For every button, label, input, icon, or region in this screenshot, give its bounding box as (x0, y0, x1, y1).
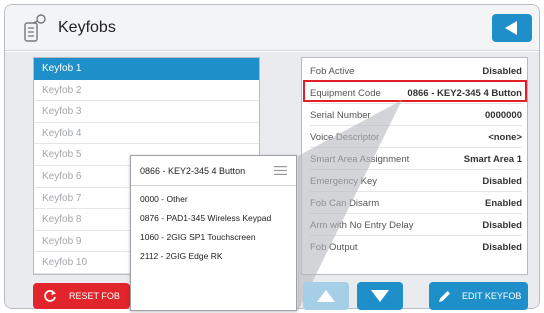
popup-option-1060[interactable]: 1060 - 2GIG SP1 Touchscreen (131, 227, 296, 247)
scroll-down-button[interactable] (357, 282, 403, 310)
edit-keyfob-button[interactable]: EDIT KEYFOB (429, 282, 528, 310)
up-arrow-icon (317, 290, 335, 302)
popup-header[interactable]: 0866 - KEY2-345 4 Button (131, 156, 296, 186)
pencil-icon (439, 291, 450, 302)
popup-selected-value: 0866 - KEY2-345 4 Button (140, 166, 246, 176)
equipment-code-popup: 0866 - KEY2-345 4 Button 0000 - Other 08… (130, 155, 297, 311)
scroll-up-button[interactable] (303, 282, 349, 310)
hamburger-icon[interactable] (274, 166, 287, 175)
popup-option-2112[interactable]: 2112 - 2GIG Edge RK (131, 246, 296, 266)
down-arrow-icon (371, 290, 389, 302)
popup-option-0876[interactable]: 0876 - PAD1-345 Wireless Keypad (131, 208, 296, 228)
popup-option-0000[interactable]: 0000 - Other (131, 189, 296, 209)
edit-keyfob-label: EDIT KEYFOB (462, 291, 522, 301)
